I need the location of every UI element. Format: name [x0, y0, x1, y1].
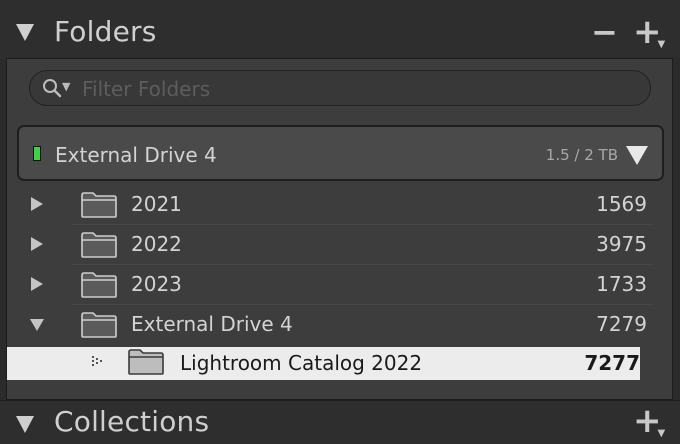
filter-folders-input[interactable] [80, 74, 624, 104]
folder-name: 2022 [131, 232, 182, 256]
folder-name: Lightroom Catalog 2022 [180, 351, 423, 375]
chevron-down-icon: ▼ [657, 39, 666, 50]
collapse-triangle-icon[interactable] [29, 316, 45, 332]
collapse-triangle-icon[interactable] [16, 416, 34, 433]
volume-name: External Drive 4 [55, 143, 217, 167]
folder-icon [81, 232, 117, 258]
collections-panel-title: Collections [54, 405, 210, 438]
folders-panel-header[interactable]: Folders − +▼ [0, 0, 680, 58]
folder-row[interactable]: 2021 1569 [7, 184, 672, 224]
photo-count: 7279 [596, 312, 647, 336]
folder-row[interactable]: 2022 3975 [7, 224, 672, 264]
dotted-expand-triangle-icon[interactable] [91, 355, 105, 369]
folder-row[interactable]: 2023 1733 [7, 264, 672, 304]
folder-name: 2023 [131, 272, 182, 296]
expand-triangle-icon[interactable] [29, 276, 45, 292]
chevron-down-icon: ▼ [657, 428, 666, 439]
photo-count: 1569 [596, 192, 647, 216]
expand-triangle-icon[interactable] [29, 196, 45, 212]
photo-count: 1733 [596, 272, 647, 296]
folders-panel-body: ▼ External Drive 4 1.5 / 2 TB 2021 1569 … [6, 58, 673, 400]
folder-row[interactable]: External Drive 4 7279 [7, 304, 672, 344]
collapse-triangle-icon[interactable] [16, 24, 34, 41]
folder-row-selected[interactable]: Lightroom Catalog 2022 7277 [7, 347, 640, 380]
expand-triangle-icon[interactable] [29, 236, 45, 252]
minus-icon: − [591, 13, 618, 51]
photo-count: 7277 [584, 351, 640, 375]
folder-name: External Drive 4 [131, 312, 293, 336]
folder-icon [81, 312, 117, 338]
folder-icon [81, 192, 117, 218]
folder-icon [81, 272, 117, 298]
photo-count: 3975 [596, 232, 647, 256]
add-folder-button[interactable]: +▼ [633, 12, 669, 52]
volume-status-indicator [33, 146, 41, 161]
filter-folders-search[interactable]: ▼ [29, 70, 651, 106]
volume-collapse-triangle-icon[interactable] [626, 146, 648, 165]
add-collection-button[interactable]: +▼ [633, 401, 669, 441]
search-icon[interactable] [42, 78, 62, 98]
volume-header[interactable]: External Drive 4 1.5 / 2 TB [17, 125, 664, 181]
collections-panel-header[interactable]: Collections +▼ [0, 400, 680, 444]
folders-panel-title: Folders [54, 15, 157, 48]
search-options-chevron-icon[interactable]: ▼ [62, 80, 70, 93]
folder-name: 2021 [131, 192, 182, 216]
remove-folder-button[interactable]: − [591, 13, 618, 51]
folder-icon [128, 349, 164, 375]
volume-size: 1.5 / 2 TB [545, 146, 618, 164]
